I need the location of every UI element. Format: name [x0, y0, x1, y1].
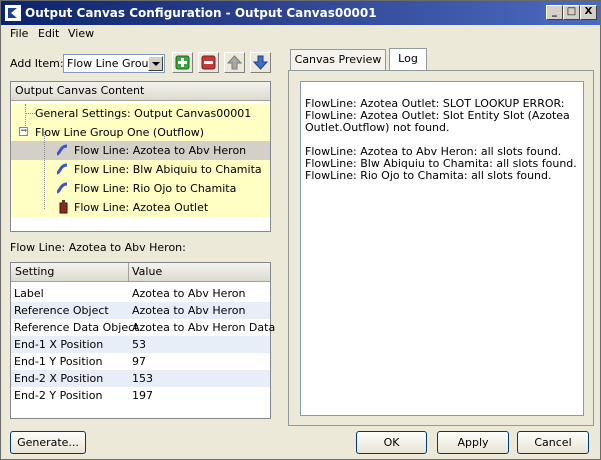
table-row[interactable]: End-2 X Position 153 [11, 370, 270, 387]
apply-button[interactable]: Apply [437, 431, 509, 454]
outlet-icon [59, 200, 68, 214]
move-down-button[interactable] [250, 52, 271, 73]
tree-item-label: Flow Line: Azotea Outlet [74, 201, 209, 214]
log-text-area[interactable]: FlowLine: Azotea Outlet: SLOT LOOKUP ERR… [300, 81, 584, 416]
column-header-value[interactable]: Value [132, 263, 162, 281]
tree-item-general-settings[interactable]: General Settings: Output Canvas00001 [11, 104, 270, 123]
tree-guide-line [25, 104, 26, 132]
tab-log[interactable]: Log [389, 48, 427, 71]
settings-table-header: Setting Value [11, 263, 270, 282]
setting-cell: End-1 Y Position [14, 355, 103, 368]
tree-item-label: Flow Line: Rio Ojo to Chamita [74, 182, 237, 195]
maximize-button[interactable]: □ [563, 5, 580, 20]
tree-item-label: Flow Line: Azotea to Abv Heron [74, 144, 247, 157]
add-item-select[interactable]: Flow Line Group [63, 54, 165, 73]
value-cell[interactable]: 53 [132, 336, 146, 353]
tree-header: Output Canvas Content [11, 82, 270, 101]
log-line: Outlet.Outflow) not found. [305, 121, 450, 134]
setting-cell: End-2 X Position [14, 372, 104, 385]
arrow-down-icon [253, 55, 268, 70]
setting-cell: Reference Data Object [14, 321, 139, 334]
log-tab-panel: FlowLine: Azotea Outlet: SLOT LOOKUP ERR… [288, 70, 594, 426]
setting-cell: End-2 Y Position [14, 389, 103, 402]
menu-bar: File Edit View [1, 25, 600, 43]
menu-view[interactable]: View [68, 27, 94, 40]
add-button[interactable] [172, 52, 193, 73]
remove-button[interactable] [198, 52, 219, 73]
column-divider[interactable] [128, 263, 129, 282]
title-bar[interactable]: Output Canvas Configuration - Output Can… [1, 1, 600, 25]
menu-edit[interactable]: Edit [38, 27, 59, 40]
generate-button[interactable]: Generate... [10, 431, 86, 454]
window-title: Output Canvas Configuration - Output Can… [25, 6, 377, 20]
minus-icon [201, 55, 216, 70]
table-row[interactable]: Label Azotea to Abv Heron [11, 285, 270, 302]
table-row[interactable]: End-1 Y Position 97 [11, 353, 270, 370]
log-line: FlowLine: Rio Ojo to Chamita: all slots … [305, 169, 552, 182]
move-up-button[interactable] [224, 52, 245, 73]
flow-line-icon [56, 163, 68, 175]
collapse-icon[interactable]: − [19, 127, 28, 136]
value-cell[interactable]: 153 [132, 370, 153, 387]
app-icon [5, 5, 21, 21]
arrow-up-icon [227, 55, 242, 70]
add-item-label: Add Item: [10, 57, 64, 70]
menu-file[interactable]: File [10, 27, 28, 40]
ok-button[interactable]: OK [356, 431, 427, 454]
minimize-button[interactable]: _ [546, 5, 563, 20]
cancel-button[interactable]: Cancel [517, 431, 589, 454]
tree-item-flow-line-azotea-outlet[interactable]: Flow Line: Azotea Outlet [11, 198, 270, 217]
setting-cell: Reference Object [14, 304, 109, 317]
tree-connector [25, 113, 35, 114]
value-cell[interactable]: Azotea to Abv Heron Data [132, 319, 275, 336]
tree-item-flow-line-group[interactable]: − Flow Line Group One (Outflow) [11, 123, 270, 142]
value-cell[interactable]: 197 [132, 387, 153, 404]
setting-cell: End-1 X Position [14, 338, 104, 351]
column-header-setting[interactable]: Setting [15, 263, 54, 281]
plus-icon [175, 55, 190, 70]
canvas-content-tree[interactable]: Output Canvas Content General Settings: … [10, 81, 271, 232]
tree-item-label: General Settings: Output Canvas00001 [35, 107, 252, 120]
setting-cell: Label [14, 287, 44, 300]
value-cell[interactable]: Azotea to Abv Heron [132, 302, 245, 319]
flow-line-icon [56, 182, 68, 194]
value-cell[interactable]: Azotea to Abv Heron [132, 285, 245, 302]
tree-item-flow-line-azotea-heron[interactable]: Flow Line: Azotea to Abv Heron [11, 141, 270, 160]
add-item-select-value: Flow Line Group [67, 57, 156, 70]
settings-table[interactable]: Setting Value Label Azotea to Abv Heron … [10, 262, 275, 419]
table-row[interactable]: End-1 X Position 53 [11, 336, 270, 353]
table-row[interactable]: Reference Data Object Azotea to Abv Hero… [11, 319, 275, 336]
tree-item-label: Flow Line Group One (Outflow) [35, 126, 205, 139]
tree-item-flow-line-rio-ojo-chamita[interactable]: Flow Line: Rio Ojo to Chamita [11, 179, 270, 198]
table-row[interactable]: End-2 Y Position 197 [11, 387, 270, 404]
details-title: Flow Line: Azotea to Abv Heron: [10, 241, 186, 254]
tree-item-label: Flow Line: Blw Abiquiu to Chamita [74, 163, 262, 176]
tree-item-flow-line-abiquiu-chamita[interactable]: Flow Line: Blw Abiquiu to Chamita [11, 160, 270, 179]
value-cell[interactable]: 97 [132, 353, 146, 370]
configuration-window: Output Canvas Configuration - Output Can… [0, 0, 601, 460]
table-row[interactable]: Reference Object Azotea to Abv Heron [11, 302, 270, 319]
flow-line-icon [56, 144, 68, 156]
tab-canvas-preview[interactable]: Canvas Preview [290, 49, 386, 70]
chevron-down-icon[interactable] [148, 56, 163, 71]
close-button[interactable]: X [580, 5, 597, 20]
tree-guide-line [44, 132, 45, 209]
